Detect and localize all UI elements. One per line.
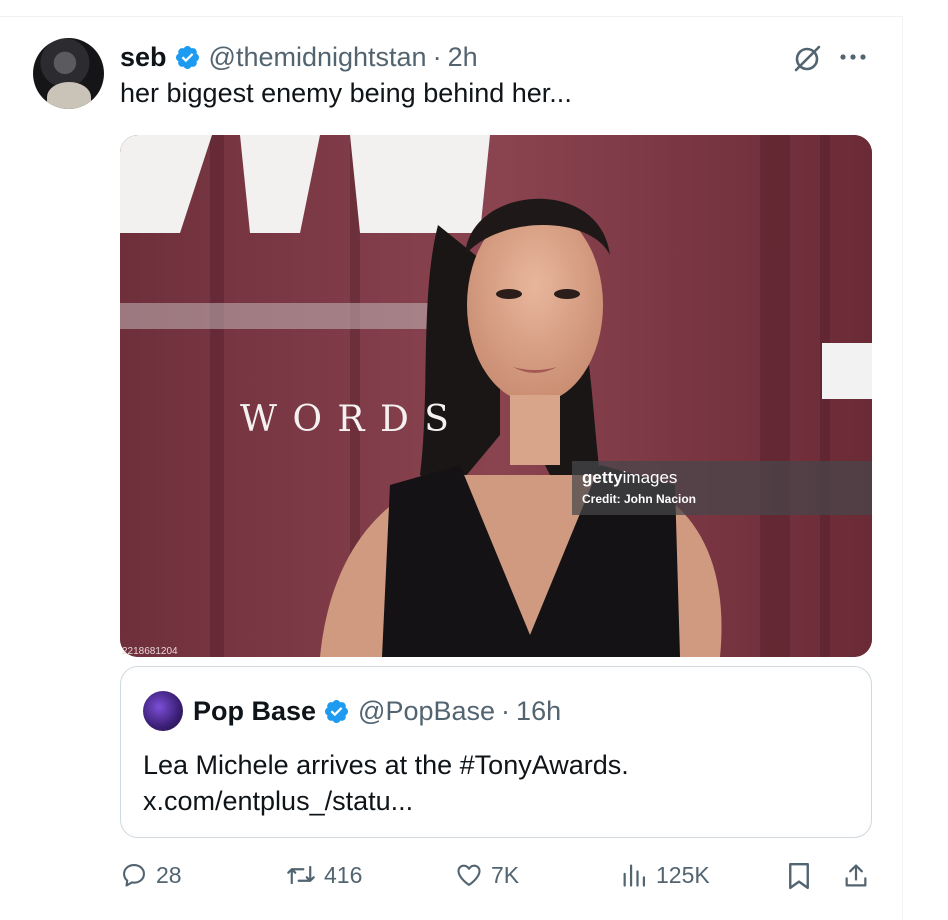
like-count: 7K — [491, 861, 520, 888]
quoted-timestamp: 16h — [516, 695, 562, 726]
avatar[interactable] — [33, 38, 104, 109]
repost-button[interactable]: 416 — [286, 861, 362, 889]
quoted-header: Pop Base @PopBase · 16h — [193, 691, 561, 731]
display-name[interactable]: seb — [120, 42, 167, 73]
reply-button[interactable]: 28 — [120, 861, 182, 889]
share-button[interactable] — [842, 861, 870, 891]
photo-illustration — [120, 135, 872, 657]
views-button[interactable]: 125K — [620, 861, 710, 889]
heart-icon — [457, 864, 481, 886]
bookmark-button[interactable] — [786, 861, 812, 891]
quoted-link: x.com/entplus_/statu... — [143, 786, 414, 816]
more-icon[interactable] — [838, 52, 868, 62]
tweet-header: seb @themidnightstan · 2h — [120, 40, 478, 74]
getty-logo: gettyimages — [582, 468, 677, 488]
repost-count: 416 — [324, 861, 363, 888]
quoted-tweet[interactable]: Pop Base @PopBase · 16h Lea Michele arri… — [120, 666, 872, 838]
quoted-avatar — [143, 691, 183, 731]
analytics-icon — [623, 864, 646, 887]
getty-logo-light: images — [622, 468, 678, 487]
repost-icon — [287, 865, 315, 885]
tweet-text: her biggest enemy being behind her... — [120, 78, 572, 108]
view-count: 125K — [656, 861, 710, 888]
quoted-text: Lea Michele arrives at the #TonyAwards. … — [143, 747, 629, 819]
avatar-figure — [47, 82, 91, 109]
handle[interactable]: @themidnightstan — [209, 42, 427, 73]
photo-credit: Credit: John Nacion — [582, 492, 697, 506]
quoted-separator: · — [501, 695, 511, 726]
tweet-image[interactable]: W O R D S — [120, 135, 872, 657]
bookmark-icon — [789, 862, 809, 890]
reply-count: 28 — [156, 861, 182, 888]
grok-icon[interactable] — [792, 43, 822, 73]
quoted-handle: @PopBase — [358, 695, 496, 726]
image-id: 2218681204 — [122, 646, 178, 657]
verified-badge-icon — [325, 699, 349, 723]
getty-watermark: gettyimages Credit: John Nacion — [572, 461, 872, 515]
timestamp[interactable]: 2h — [448, 42, 478, 73]
reply-icon — [123, 864, 145, 887]
like-button[interactable]: 7K — [455, 861, 519, 889]
quoted-text-line1: Lea Michele arrives at the #TonyAwards. — [143, 750, 629, 780]
share-icon — [845, 864, 867, 887]
backdrop-text: W O R D S — [240, 399, 451, 440]
quoted-display-name: Pop Base — [193, 695, 317, 726]
verified-badge-icon — [175, 45, 199, 69]
separator: · — [432, 41, 442, 72]
getty-logo-bold: getty — [582, 468, 623, 487]
